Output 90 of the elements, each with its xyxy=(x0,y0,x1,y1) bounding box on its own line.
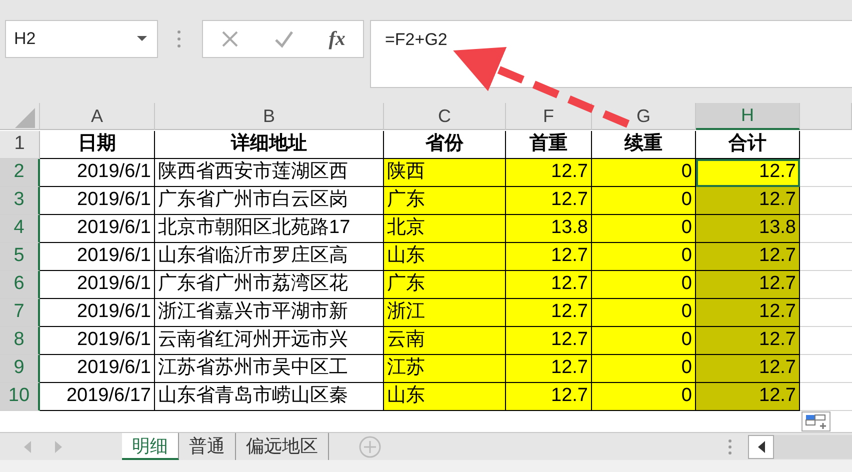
paste-options-icon[interactable] xyxy=(802,412,830,432)
row-header[interactable]: 4 xyxy=(0,215,40,243)
table-cell[interactable]: 广东省广州市荔湾区花 xyxy=(155,271,384,299)
table-cell[interactable]: 12.7 xyxy=(696,159,800,187)
table-cell[interactable]: 12.7 xyxy=(506,159,592,187)
row-header[interactable]: 9 xyxy=(0,355,40,383)
grip-icon xyxy=(728,438,732,454)
table-cell[interactable]: 0 xyxy=(592,299,696,327)
table-cell[interactable]: 2019/6/17 xyxy=(40,383,155,411)
table-cell[interactable]: 广东 xyxy=(384,271,506,299)
scroll-left-icon xyxy=(758,440,764,452)
table-cell[interactable]: 陕西省西安市莲湖区西 xyxy=(155,159,384,187)
column-title: 详细地址 xyxy=(155,131,384,159)
table-cell[interactable]: 广东 xyxy=(384,187,506,215)
table-cell[interactable]: 江苏 xyxy=(384,355,506,383)
table-cell[interactable]: 12.7 xyxy=(696,271,800,299)
table-cell[interactable]: 2019/6/1 xyxy=(40,299,155,327)
column-header[interactable]: G xyxy=(592,103,696,130)
row-header[interactable]: 8 xyxy=(0,327,40,355)
column-header[interactable]: A xyxy=(40,103,155,130)
column-header[interactable] xyxy=(800,103,852,130)
row-header[interactable]: 2 xyxy=(0,159,40,187)
table-cell[interactable]: 2019/6/1 xyxy=(40,187,155,215)
table-cell[interactable]: 山东省青岛市崂山区秦 xyxy=(155,383,384,411)
table-cell[interactable]: 0 xyxy=(592,187,696,215)
row-header[interactable]: 3 xyxy=(0,187,40,215)
table-cell[interactable]: 12.7 xyxy=(696,355,800,383)
column-title: 日期 xyxy=(40,131,155,159)
table-cell[interactable]: 0 xyxy=(592,243,696,271)
table-cell[interactable]: 浙江 xyxy=(384,299,506,327)
table-cell[interactable]: 2019/6/1 xyxy=(40,271,155,299)
table-cell[interactable]: 0 xyxy=(592,159,696,187)
table-cell[interactable]: 12.7 xyxy=(696,299,800,327)
table-cell[interactable]: 2019/6/1 xyxy=(40,327,155,355)
select-all-icon[interactable] xyxy=(14,108,34,128)
table-cell[interactable]: 0 xyxy=(592,271,696,299)
table-cell[interactable]: 北京市朝阳区北苑路17 xyxy=(155,215,384,243)
table-cell[interactable]: 广东省广州市白云区岗 xyxy=(155,187,384,215)
table-cell[interactable]: 山东 xyxy=(384,383,506,411)
table-cell[interactable]: 0 xyxy=(592,355,696,383)
table-cell[interactable]: 12.7 xyxy=(506,355,592,383)
table-cell[interactable]: 12.7 xyxy=(506,243,592,271)
table-cell[interactable]: 12.7 xyxy=(506,299,592,327)
table-cell[interactable]: 13.8 xyxy=(506,215,592,243)
table-cell[interactable]: 12.7 xyxy=(696,327,800,355)
name-box[interactable]: H2 xyxy=(5,20,158,58)
row-header[interactable]: 10 xyxy=(0,383,40,411)
horizontal-scrollbar[interactable] xyxy=(774,434,852,458)
table-cell[interactable]: 北京 xyxy=(384,215,506,243)
table-cell[interactable]: 云南 xyxy=(384,327,506,355)
column-header[interactable]: B xyxy=(155,103,384,130)
table-cell[interactable]: 12.7 xyxy=(506,187,592,215)
row-header[interactable]: 5 xyxy=(0,243,40,271)
row-header[interactable]: 6 xyxy=(0,271,40,299)
column-header[interactable]: F xyxy=(506,103,592,130)
close-icon[interactable] xyxy=(220,30,239,48)
table-cell[interactable]: 12.7 xyxy=(506,327,592,355)
table-cell[interactable]: 12.7 xyxy=(506,383,592,411)
table-cell[interactable]: 山东省临沂市罗庄区高 xyxy=(155,243,384,271)
table-cell[interactable]: 陕西 xyxy=(384,159,506,187)
table-cell[interactable]: 山东 xyxy=(384,243,506,271)
insert-function-button[interactable]: fx xyxy=(328,24,346,54)
table-cell[interactable]: 2019/6/1 xyxy=(40,355,155,383)
table-cell[interactable]: 12.7 xyxy=(506,271,592,299)
grip-icon xyxy=(177,30,181,48)
row-header[interactable]: 1 xyxy=(0,131,40,159)
table-cell[interactable]: 2019/6/1 xyxy=(40,215,155,243)
table-cell[interactable]: 0 xyxy=(592,327,696,355)
table-cell[interactable]: 0 xyxy=(592,383,696,411)
scroll-left-button[interactable] xyxy=(748,434,774,458)
formula-field[interactable]: =F2+G2 xyxy=(370,20,852,88)
column-header[interactable]: H xyxy=(696,103,800,130)
row-header[interactable]: 7 xyxy=(0,299,40,327)
column-header[interactable]: C xyxy=(384,103,506,130)
sheet-tab[interactable]: 明细 xyxy=(122,433,179,460)
table-cell[interactable]: 云南省红河州开远市兴 xyxy=(155,327,384,355)
table-cell[interactable]: 12.7 xyxy=(696,187,800,215)
table-cell[interactable]: 2019/6/1 xyxy=(40,243,155,271)
scroll-right-icon[interactable] xyxy=(55,440,62,452)
add-sheet-icon[interactable] xyxy=(359,436,381,458)
table-cell[interactable]: 0 xyxy=(592,215,696,243)
table-cell[interactable]: 12.7 xyxy=(696,383,800,411)
scroll-left-icon[interactable] xyxy=(24,440,31,452)
table-cell[interactable]: 13.8 xyxy=(696,215,800,243)
dropdown-icon xyxy=(137,36,147,42)
check-icon[interactable] xyxy=(274,30,294,48)
table-cell[interactable]: 2019/6/1 xyxy=(40,159,155,187)
table-cell[interactable]: 江苏省苏州市吴中区工 xyxy=(155,355,384,383)
table-cell[interactable]: 12.7 xyxy=(696,243,800,271)
table-cell[interactable]: 浙江省嘉兴市平湖市新 xyxy=(155,299,384,327)
